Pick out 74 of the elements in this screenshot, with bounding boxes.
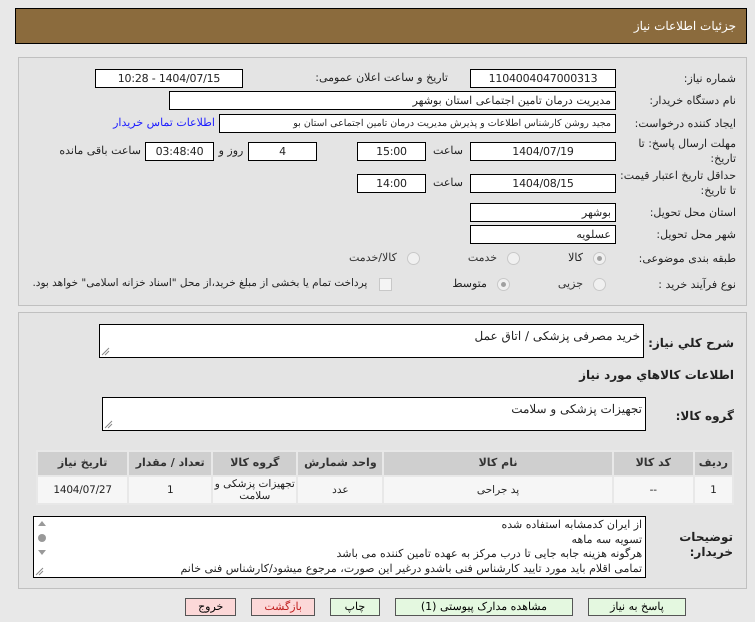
remaining-label: ساعت باقی مانده: [59, 142, 141, 159]
radio-button[interactable]: [507, 252, 520, 264]
table-cell: عدد: [297, 476, 384, 504]
radio-label: خدمت: [468, 250, 498, 266]
description-box[interactable]: خرید مصرفی پزشکی / اتاق عمل: [99, 324, 644, 358]
table-cell: 1: [128, 476, 212, 504]
action-button[interactable]: مشاهده مدارک پیوستی (1): [394, 598, 573, 616]
note-line: از ایران کدمشابه استفاده شده: [500, 518, 642, 532]
field-label: شهر محل تحویل:: [655, 226, 736, 242]
table-cell: تجهیزات پزشکی و سلامت: [212, 476, 298, 504]
field-label: تاریخ و ساعت اعلان عمومی:: [314, 70, 448, 86]
field-label: نوع فرآیند خرید :: [657, 276, 736, 292]
time-label: ساعت: [432, 174, 464, 191]
radio-label: جزیی: [558, 276, 583, 292]
buyer-notes-label: توضیحات خریدار:: [678, 529, 734, 560]
requester-field: مجید روشن کارشناس اطلاعات و پذیرش مدیریت درمان تامین اجتماعی استان بو: [219, 114, 616, 132]
resize-handle-icon[interactable]: [101, 347, 110, 356]
validity-time-field: 14:00: [357, 174, 426, 192]
field-label: نام دستگاه خریدار:: [648, 92, 736, 108]
time-label: ساعت: [432, 142, 464, 159]
resize-handle-icon[interactable]: [35, 567, 44, 576]
radio-button[interactable]: [593, 278, 606, 290]
note-line: تسویه سه ماهه: [570, 532, 642, 547]
deadline-date-field: 1404/07/19: [470, 142, 616, 160]
announce-date-field: 1404/07/15 - 10:28: [95, 68, 243, 88]
goods-heading: اطلاعات کالاهاي مورد نیاز: [578, 367, 734, 384]
payment-option-label: پرداخت تمام یا بخشی از مبلغ خرید،از محل "اسناد خزانه اسلامی" خواهد بود.: [32, 276, 368, 292]
radio-button[interactable]: [593, 252, 606, 264]
days-label: روز و: [217, 142, 244, 159]
validity-date-field: 1404/08/15: [470, 174, 616, 192]
field-label: طبقه بندی موضوعی:: [638, 250, 736, 266]
table-cell: 1: [694, 476, 733, 504]
scrollbar-icon[interactable]: [37, 520, 47, 556]
column-header: تعداد / مقدار: [128, 451, 212, 476]
page-title: جزئیات اطلاعات نیاز: [634, 18, 736, 35]
city-field: عسلویه: [470, 224, 616, 244]
buyer-contact-link[interactable]: اطلاعات تماس خریدار: [113, 114, 215, 132]
action-button[interactable]: خروج: [185, 598, 236, 616]
goods-group-box[interactable]: تجهیزات پزشکی و سلامت: [102, 397, 646, 431]
radio-button[interactable]: [406, 252, 420, 264]
days-field: 4: [248, 142, 317, 160]
field-label: شماره نیاز:: [682, 70, 736, 86]
buyer-org-field: مدیریت درمان تامین اجتماعی استان بوشهر: [169, 90, 616, 110]
field-label: مهلت ارسال پاسخ: تا تاریخ:: [637, 136, 736, 166]
radio-label: متوسط: [452, 276, 487, 292]
column-header: واحد شمارش: [297, 451, 384, 476]
note-line: هرگونه هزینه جابه جایی تا درب مرکز به عهده تامین کننده می باشد: [336, 547, 642, 562]
need-number-field: 1104004047000313: [470, 68, 616, 88]
radio-label: کالا: [568, 250, 583, 266]
column-header: نام کالا: [383, 451, 613, 476]
column-header: گروه کالا: [212, 451, 298, 476]
field-label: استان محل تحویل:: [648, 204, 736, 220]
description-label: شرح کلي نیاز:: [647, 335, 734, 352]
buyer-notes-box[interactable]: از ایران کدمشابه استفاده شده تسویه سه ماهه هرگونه هزینه جابه جایی تا درب مرکز به عهده تامین کننده می باشد تمامی اقلام باید مورد تایید کارشناس فنی باشدو درغیر این صورت، مرجوع میشود/کارشناس فنی خانم: [33, 516, 646, 578]
table-cell: --: [612, 476, 694, 504]
note-line: تمامی اقلام باید مورد تایید کارشناس فنی باشدو درغیر این صورت، مرجوع میشود/کارشناس فنی خانم: [179, 562, 642, 576]
field-label: حداقل تاریخ اعتبار قیمت: تا تاریخ:: [619, 168, 736, 198]
table-cell: 1404/07/27: [37, 476, 128, 504]
table-cell: پد جراحی: [383, 476, 613, 504]
checkbox[interactable]: [379, 278, 392, 290]
action-button[interactable]: پاسخ به نیاز: [588, 598, 686, 616]
action-button[interactable]: بازگشت: [251, 598, 315, 616]
deadline-time-field: 15:00: [357, 142, 426, 160]
province-field: بوشهر: [470, 202, 616, 222]
radio-label: کالا/خدمت: [349, 250, 397, 266]
field-label: ایجاد کننده درخواست:: [634, 116, 736, 130]
goods-group-label: گروه کالا:: [674, 408, 734, 425]
radio-button[interactable]: [496, 278, 510, 290]
remaining-time-field: 03:48:40: [145, 142, 214, 160]
action-button[interactable]: چاپ: [330, 598, 380, 616]
column-header: کد کالا: [612, 451, 694, 476]
column-header: ردیف: [694, 451, 733, 476]
resize-handle-icon[interactable]: [104, 420, 113, 429]
column-header: تاریخ نیاز: [37, 451, 128, 476]
